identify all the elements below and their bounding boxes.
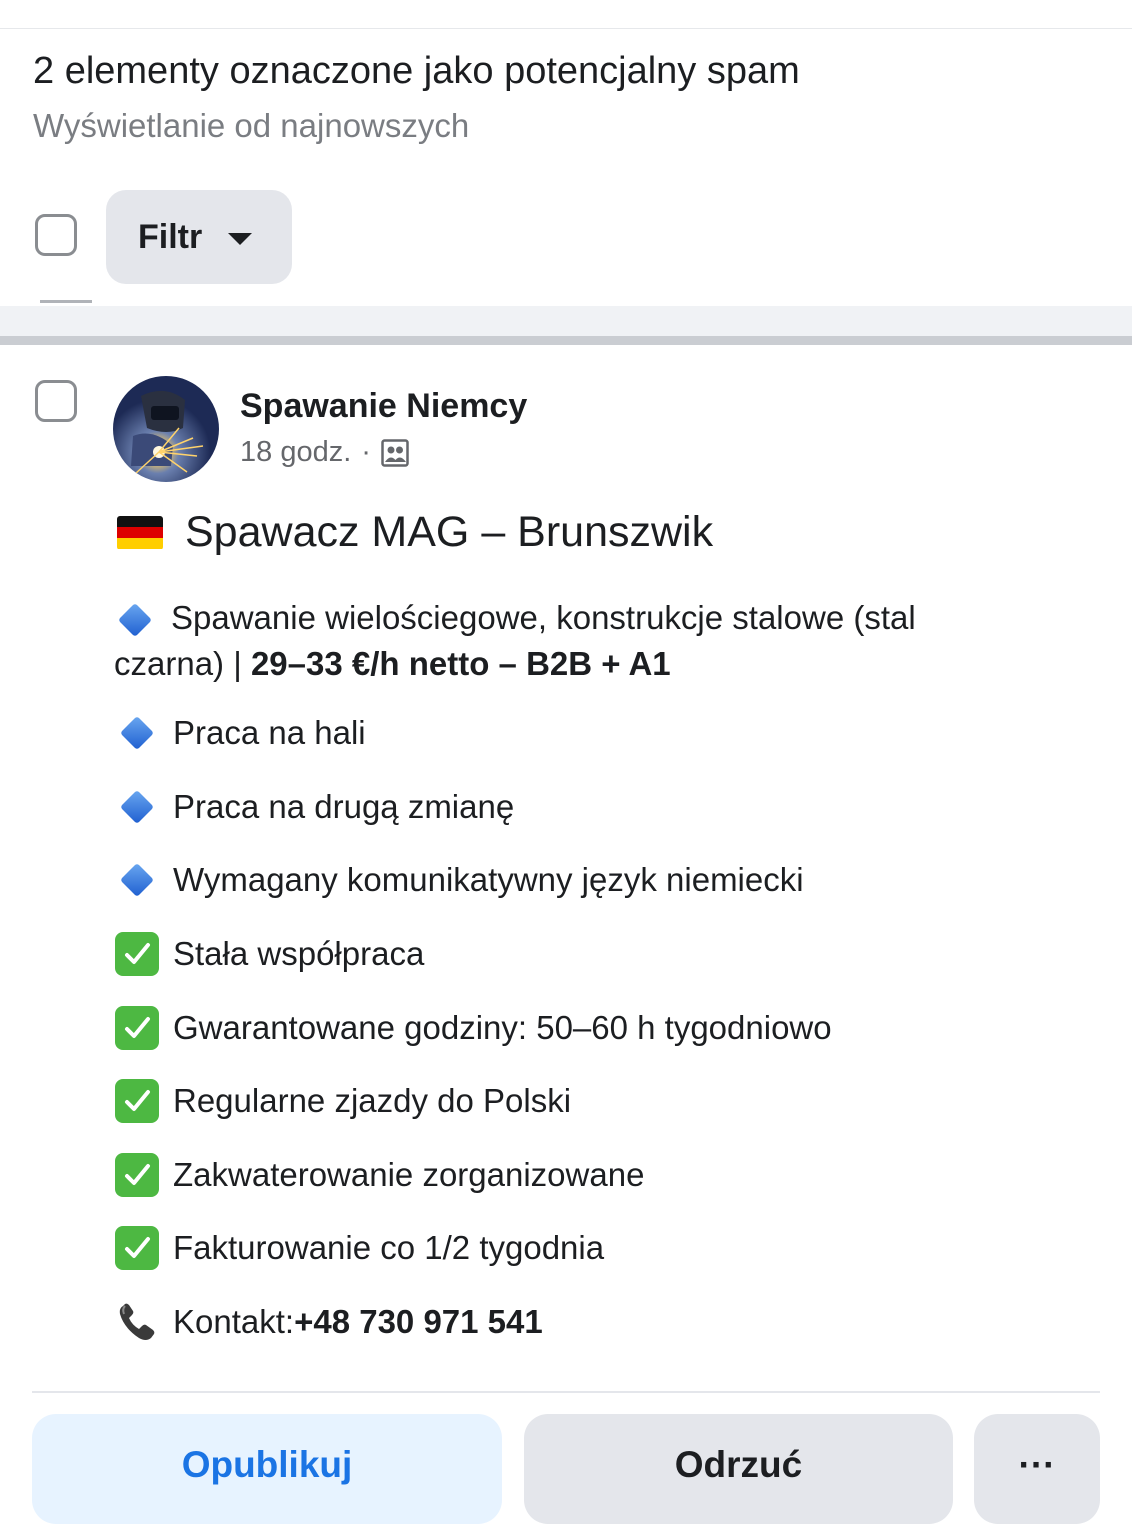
list-item: Gwarantowane godziny: 50–60 h tygodniowo	[114, 1005, 832, 1051]
phone-icon	[114, 1299, 160, 1345]
blue-diamond-icon	[114, 710, 160, 756]
list-item: Zakwaterowanie zorganizowane	[114, 1152, 644, 1198]
blue-diamond-icon	[114, 857, 160, 903]
list-item-text: Fakturowanie co 1/2 tygodnia	[173, 1229, 605, 1266]
contact-line: Kontakt: +48 730 971 541	[114, 1299, 543, 1345]
list-item-text: Praca na drugą zmianę	[173, 788, 515, 825]
post-author[interactable]: Spawanie Niemcy	[240, 387, 527, 426]
avatar[interactable]	[113, 376, 219, 482]
paragraph-bold-text: 29–33 €/h netto – B2B + A1	[250, 645, 671, 683]
post-time[interactable]: 18 godz.	[240, 436, 351, 469]
list-item: Praca na hali	[114, 710, 366, 756]
post-meta: 18 godz. ·	[240, 436, 409, 469]
group-icon	[381, 438, 409, 467]
publish-button[interactable]: Opublikuj	[32, 1414, 502, 1524]
list-item-text: Praca na hali	[173, 714, 366, 751]
section-separator	[0, 306, 1132, 336]
post-paragraph: Spawanie wielościegowe, konstrukcje stal…	[114, 597, 1014, 685]
check-mark-icon	[114, 1225, 160, 1271]
list-item-text: Regularne zjazdy do Polski	[173, 1082, 572, 1119]
meta-separator: ·	[361, 436, 371, 468]
germany-flag-icon	[117, 515, 163, 550]
check-mark-icon	[114, 1005, 160, 1051]
top-divider	[0, 28, 1132, 29]
sort-description: Wyświetlanie od najnowszych	[33, 107, 470, 144]
list-item-text: Gwarantowane godziny: 50–60 h tygodniowo	[173, 1009, 832, 1046]
list-item: Regularne zjazdy do Polski	[114, 1078, 571, 1124]
blue-diamond-icon	[114, 784, 160, 830]
list-item: Praca na drugą zmianę	[114, 784, 514, 830]
filter-button[interactable]: Filtr	[106, 190, 292, 284]
headline-text: Spawacz MAG – Brunszwik	[185, 508, 714, 556]
caret-down-icon	[228, 233, 253, 245]
page-title: 2 elementy oznaczone jako potencjalny sp…	[33, 50, 800, 92]
list-item: Fakturowanie co 1/2 tygodnia	[114, 1225, 604, 1271]
reject-button[interactable]: Odrzuć	[524, 1414, 953, 1524]
contact-label: Kontakt:	[173, 1303, 295, 1340]
filter-label: Filtr	[138, 217, 203, 256]
post-select-checkbox[interactable]	[35, 380, 77, 422]
actions-divider	[32, 1391, 1100, 1393]
list-item: Stała współpraca	[114, 931, 424, 977]
check-mark-icon	[114, 931, 160, 977]
check-mark-icon	[114, 1078, 160, 1124]
check-mark-icon	[114, 1152, 160, 1198]
list-item: Wymagany komunikatywny język niemiecki	[114, 857, 804, 903]
contact-phone-number[interactable]: +48 730 971 541	[294, 1303, 543, 1341]
select-all-checkbox[interactable]	[35, 214, 77, 256]
post-headline: Spawacz MAG – Brunszwik	[117, 508, 713, 557]
blue-diamond-icon	[112, 597, 158, 643]
section-separator-line	[0, 336, 1132, 345]
more-options-button[interactable]: ···	[974, 1414, 1100, 1524]
list-item-text: Wymagany komunikatywny język niemiecki	[173, 861, 804, 898]
scrolled-content-edge	[40, 300, 92, 303]
list-item-text: Stała współpraca	[173, 935, 425, 972]
list-item-text: Zakwaterowanie zorganizowane	[173, 1156, 645, 1193]
